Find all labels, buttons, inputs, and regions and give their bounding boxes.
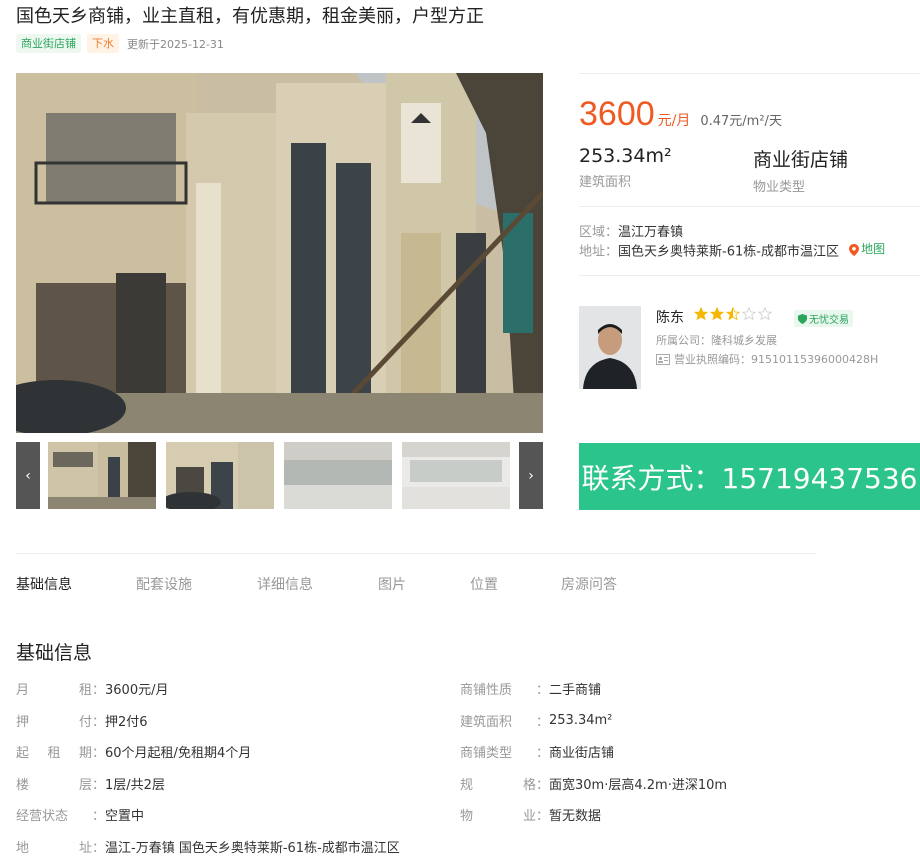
star-icon [694,307,708,321]
info-value: 1层/共2层 [105,777,165,793]
stat-area-value: 253.34m² [579,145,672,167]
info-label: 月租 [16,682,92,698]
location-block: 区域：温江万春镇 地址：国色天乡奥特莱斯-61栋-成都市温江区 地图 [579,224,885,261]
info-label: 物业 [460,808,536,824]
info-label: 商铺类型 [460,745,513,761]
thumbnail-4[interactable] [402,442,510,509]
info-value: 60个月起租/免租期4个月 [105,745,252,761]
divider-agent [579,275,920,276]
stat-type-value: 商业街店铺 [753,149,849,171]
address-value: 国色天乡奥特莱斯-61栋-成都市温江区 [618,244,839,260]
status-badge: 无忧交易 [794,310,853,327]
stat-area: 253.34m² 建筑面积 [579,145,672,190]
info-row-lease-term: 起租期： 60个月起租/免租期4个月 [16,741,251,761]
info-row-deposit: 押付： 押2付6 [16,710,148,730]
area-value: 温江万春镇 [618,225,684,240]
star-icon [726,307,740,321]
agent-rating [694,307,772,321]
info-label: 商铺性质 [460,682,513,698]
info-value: 二手商铺 [549,682,602,698]
star-icon [758,307,772,321]
info-label: 建筑面积 [460,714,513,730]
info-row-shop-nature: 商铺性质： 二手商铺 [460,678,601,698]
shield-icon [798,313,807,324]
tab-photos[interactable]: 图片 [378,574,470,594]
info-row-area: 建筑面积： 253.34m² [460,712,613,730]
address-label: 地址： [579,244,619,260]
info-row-shop-type: 商铺类型： 商业街店铺 [460,741,614,761]
info-value: 3600元/月 [105,682,169,698]
stat-area-label: 建筑面积 [579,175,632,190]
unit-price: 0.47元/m²/天 [700,114,782,129]
info-row-rent: 月租： 3600元/月 [16,678,168,698]
info-row-floor: 楼层： 1层/共2层 [16,773,165,793]
tag-drainage: 下水 [87,34,119,53]
divider-nav [16,553,816,554]
area-label: 区域： [579,225,619,240]
info-row-address: 地址： 温江-万春镇 国色天乡奥特莱斯-61栋-成都市温江区 [16,836,400,856]
divider-top [579,73,920,74]
info-value: 温江-万春镇 国色天乡奥特莱斯-61栋-成都市温江区 [105,840,400,856]
info-value: 面宽30m·层高4.2m·进深10m [549,777,728,793]
map-pin-icon [849,243,860,256]
map-link-label: 地图 [861,242,886,256]
rent-unit: 元/月 [657,113,691,129]
chevron-left-icon[interactable]: ‹ [16,442,40,509]
tab-details[interactable]: 详细信息 [257,574,378,594]
tag-row: 商业街店铺 下水 更新于2025-12-31 [16,34,224,53]
info-value: 押2付6 [105,714,148,730]
thumbnail-strip: ‹ › [16,442,543,509]
info-label: 起租期 [16,745,92,761]
agent-company: 所属公司：隆科城乡发展 [656,334,777,347]
tab-questions[interactable]: 房源问答 [561,574,617,594]
badge-label: 无忧交易 [809,315,849,326]
thumbnail-2[interactable] [166,442,274,509]
info-value: 空置中 [105,808,145,824]
section-nav: 基础信息 配套设施 详细信息 图片 位置 房源问答 [16,574,617,594]
price-row: 3600 元/月 0.47元/m²/天 [579,95,782,134]
tag-shop-type: 商业街店铺 [16,34,81,53]
tab-basic-info[interactable]: 基础信息 [16,574,136,594]
info-row-status: 经营状态： 空置中 [16,804,144,824]
rent-price: 3600 [579,95,655,133]
license-text: 营业执照编码：91510115396000428H [674,353,879,366]
chevron-right-icon[interactable]: › [519,442,543,509]
update-date: 更新于2025-12-31 [127,37,224,51]
info-label: 地址 [16,840,92,856]
info-value: 暂无数据 [549,808,602,824]
tab-facilities[interactable]: 配套设施 [136,574,257,594]
avatar[interactable] [579,306,641,389]
tab-location[interactable]: 位置 [470,574,561,594]
star-icon [710,307,724,321]
star-icon [742,307,756,321]
info-row-spec: 规格： 面宽30m·层高4.2m·进深10m [460,773,727,793]
info-label: 规格 [460,777,536,793]
info-label: 押付 [16,714,92,730]
map-link[interactable]: 地图 [849,241,885,258]
info-label: 楼层 [16,777,92,793]
section-title: 基础信息 [16,642,93,664]
info-label: 经营状态 [16,808,69,824]
id-card-icon [656,353,670,365]
info-value: 商业街店铺 [549,745,615,761]
info-row-property: 物业： 暂无数据 [460,804,601,824]
divider-mid [579,206,920,207]
main-photo[interactable] [16,73,543,433]
listing-title: 国色天乡商铺，业主直租，有优惠期，租金美丽，户型方正 [16,6,484,27]
agent-license[interactable]: 营业执照编码：91510115396000428H [656,351,878,367]
contact-button[interactable]: 联系方式：15719437536 [579,443,920,510]
stat-type-label: 物业类型 [753,180,806,195]
thumbnail-1[interactable] [48,442,156,509]
thumbnail-3[interactable] [284,442,392,509]
stat-type: 商业街店铺 物业类型 [753,145,848,195]
info-value: 253.34m² [549,712,613,728]
agent-name[interactable]: 陈东 [656,307,684,327]
